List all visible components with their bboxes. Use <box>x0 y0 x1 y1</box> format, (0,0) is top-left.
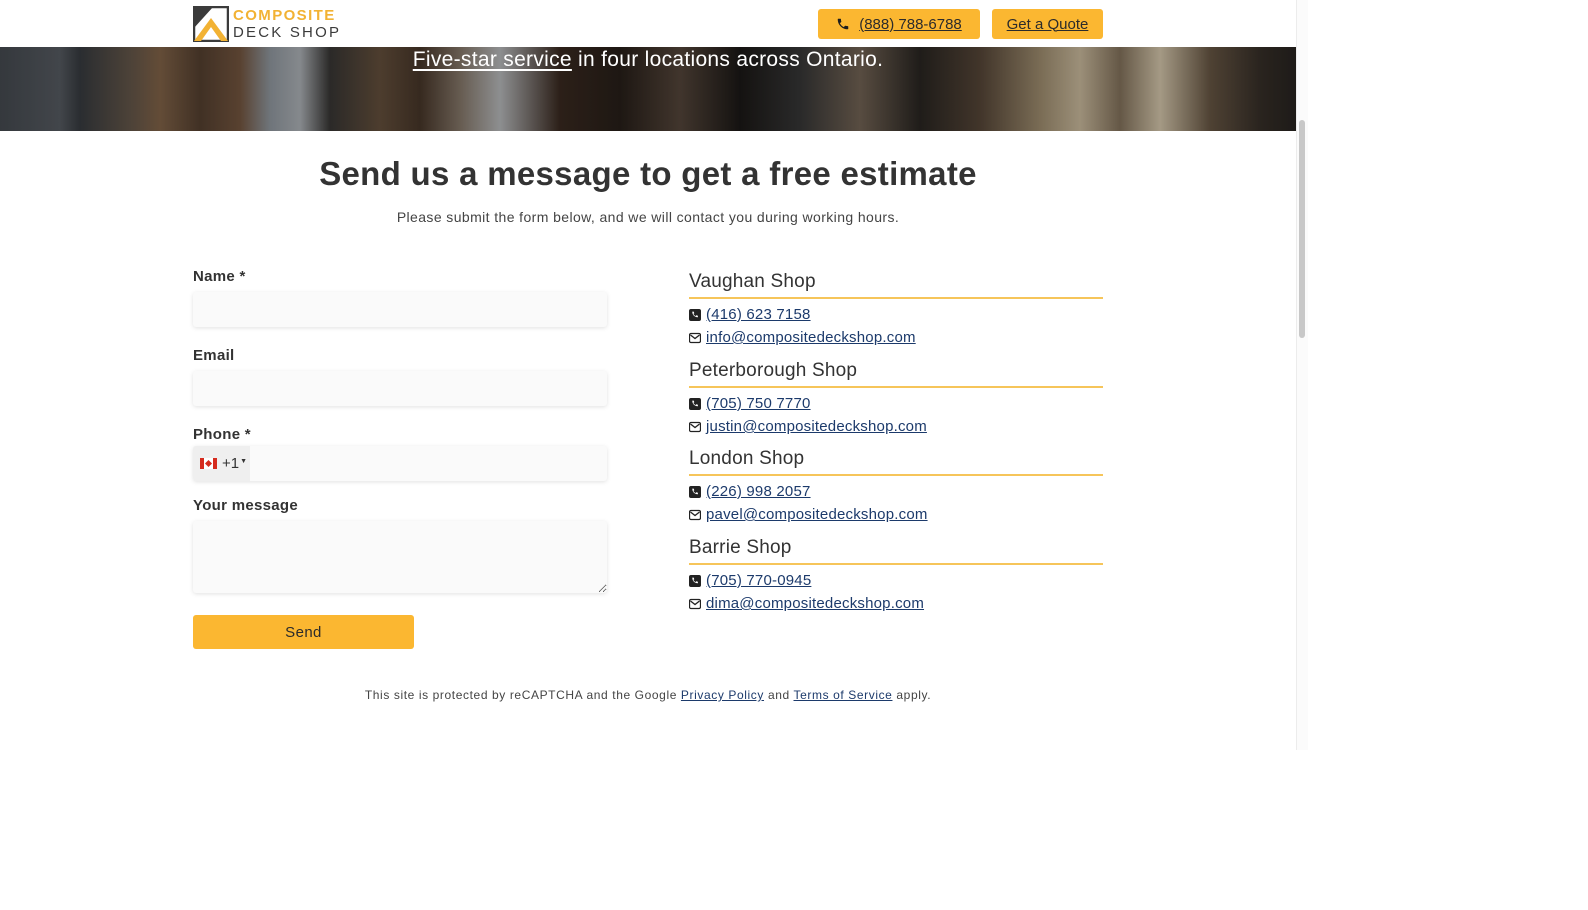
country-code: +1 <box>222 455 240 472</box>
shop-barrie: Barrie Shop (705) 770-0945 dima@composit… <box>689 537 1103 612</box>
shop-phone-link[interactable]: (226) 998 2057 <box>706 483 811 500</box>
shop-peterborough: Peterborough Shop (705) 750 7770 justin@… <box>689 360 1103 435</box>
shop-vaughan: Vaughan Shop (416) 623 7158 info@composi… <box>689 271 1103 346</box>
privacy-policy-link[interactable]: Privacy Policy <box>681 688 764 702</box>
phone-square-icon <box>689 485 701 498</box>
call-button-label: (888) 788-6788 <box>859 15 962 33</box>
shop-email: info@compositedeckshop.com <box>689 329 1103 346</box>
recaptcha-notice: This site is protected by reCAPTCHA and … <box>0 688 1296 702</box>
message-label: Your message <box>193 497 299 514</box>
shop-phone-link[interactable]: (705) 750 7770 <box>706 395 811 412</box>
envelope-icon <box>689 598 701 609</box>
shop-phone-link[interactable]: (416) 623 7158 <box>706 306 811 323</box>
canada-flag-icon <box>200 458 217 469</box>
page: Five-star service in four locations acro… <box>0 0 1296 750</box>
call-button[interactable]: (888) 788-6788 <box>818 9 980 39</box>
page-subtitle: Please submit the form below, and we wil… <box>396 209 900 225</box>
caret-down-icon: ▼ <box>240 458 248 465</box>
shop-email-link[interactable]: justin@compositedeckshop.com <box>706 418 927 435</box>
shop-email: dima@compositedeckshop.com <box>689 595 1103 612</box>
envelope-icon <box>689 332 701 343</box>
shop-email-link[interactable]: pavel@compositedeckshop.com <box>706 506 928 523</box>
shop-phone: (705) 750 7770 <box>689 395 1103 412</box>
phone-input[interactable] <box>250 446 607 481</box>
logo-wordmark: COMPOSITE DECK SHOP <box>233 8 341 40</box>
envelope-icon <box>689 509 701 520</box>
recaptcha-and: and <box>764 688 794 702</box>
shop-phone: (226) 998 2057 <box>689 483 1103 500</box>
scrollbar-track[interactable] <box>1296 0 1308 750</box>
email-input[interactable] <box>193 371 607 406</box>
phone-square-icon <box>689 397 701 410</box>
email-label: Email <box>193 347 235 364</box>
page-title: Send us a message to get a free estimate <box>319 155 977 192</box>
shop-london: London Shop (226) 998 2057 pavel@composi… <box>689 448 1103 523</box>
shop-title: Vaughan Shop <box>689 271 1103 299</box>
shop-email-link[interactable]: info@compositedeckshop.com <box>706 329 916 346</box>
shop-title: Barrie Shop <box>689 537 1103 565</box>
shop-title: Peterborough Shop <box>689 360 1103 388</box>
shop-phone: (416) 623 7158 <box>689 306 1103 323</box>
shop-phone: (705) 770-0945 <box>689 572 1103 589</box>
name-input[interactable] <box>193 292 607 327</box>
shop-email: pavel@compositedeckshop.com <box>689 506 1103 523</box>
shop-title: London Shop <box>689 448 1103 476</box>
message-textarea[interactable] <box>193 521 607 593</box>
recaptcha-suffix: apply. <box>892 688 932 702</box>
send-button[interactable]: Send <box>193 615 414 649</box>
get-quote-button[interactable]: Get a Quote <box>992 9 1103 39</box>
country-code-selector[interactable]: +1 ▼ <box>193 446 250 481</box>
site-logo[interactable]: COMPOSITE DECK SHOP <box>193 5 343 43</box>
hero-tagline: Five-star service in four locations acro… <box>0 48 1296 72</box>
shop-email: justin@compositedeckshop.com <box>689 418 1103 435</box>
logo-line1: COMPOSITE <box>233 7 336 24</box>
name-label: Name * <box>193 268 246 285</box>
shop-email-link[interactable]: dima@compositedeckshop.com <box>706 595 924 612</box>
logo-line2: DECK SHOP <box>233 24 342 41</box>
phone-label: Phone * <box>193 426 251 443</box>
hero-tagline-text: in four locations across Ontario. <box>571 48 884 71</box>
site-header: COMPOSITE DECK SHOP (888) 788-6788 Get a… <box>0 0 1296 47</box>
phone-icon <box>837 18 849 30</box>
logo-icon <box>193 6 229 42</box>
phone-field: +1 ▼ <box>193 446 607 481</box>
shop-phone-link[interactable]: (705) 770-0945 <box>706 572 811 589</box>
terms-of-service-link[interactable]: Terms of Service <box>794 688 893 702</box>
scrollbar-thumb[interactable] <box>1299 120 1305 338</box>
phone-square-icon <box>689 308 701 321</box>
recaptcha-prefix: This site is protected by reCAPTCHA and … <box>364 688 681 702</box>
envelope-icon <box>689 421 701 432</box>
phone-square-icon <box>689 574 701 587</box>
five-star-service-link[interactable]: Five-star service <box>413 48 572 71</box>
